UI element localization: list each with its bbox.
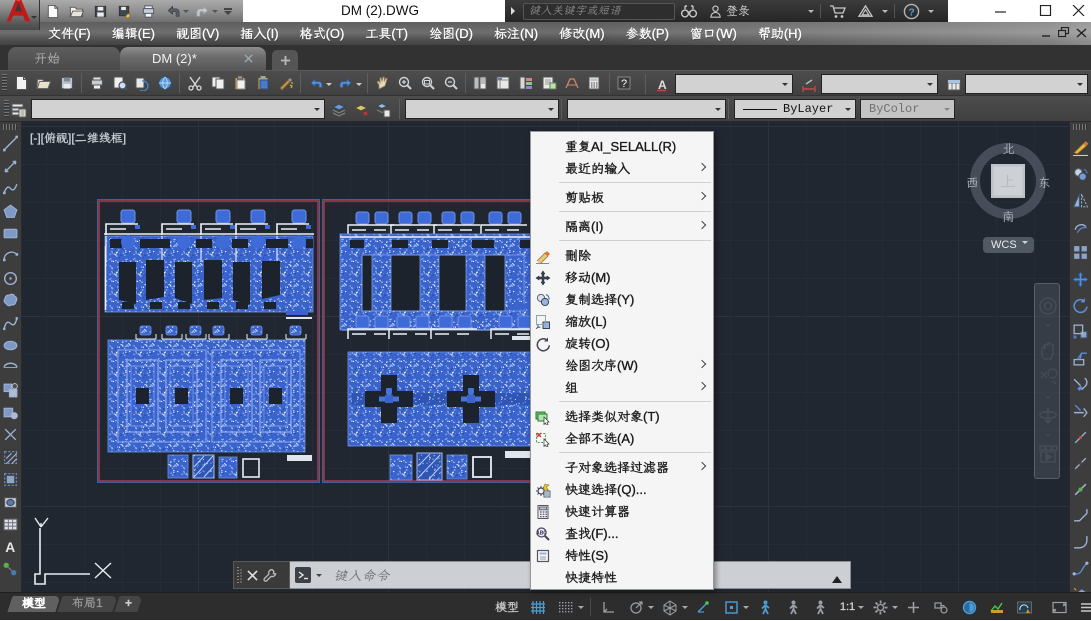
svg-text:上: 上 (1000, 170, 1016, 192)
svg-text:!: ! (1029, 609, 1030, 615)
svg-text:A: A (5, 539, 15, 555)
svg-text:?: ? (621, 78, 627, 90)
svg-text:?: ? (908, 7, 914, 18)
